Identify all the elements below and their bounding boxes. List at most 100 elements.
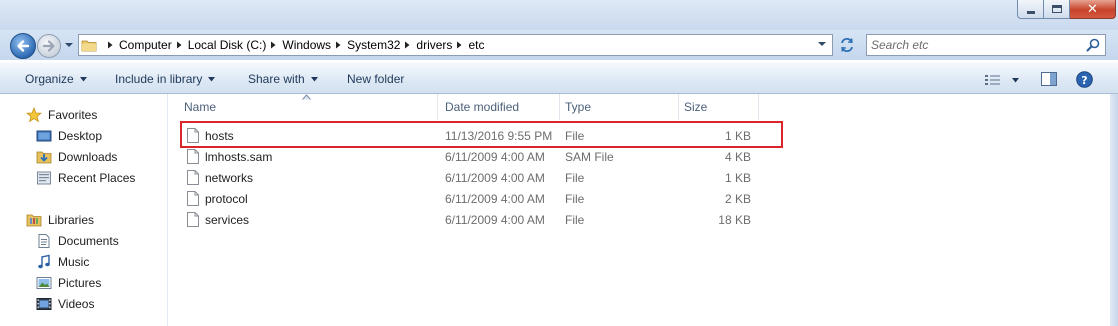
address-bar[interactable]: Computer Local Disk (C:) Windows System3… [78, 34, 833, 56]
file-size: 1 KB [724, 170, 751, 185]
file-name: services [205, 212, 250, 227]
column-header-size[interactable]: Size [679, 94, 759, 120]
breadcrumb-etc[interactable]: etc [468, 38, 484, 52]
file-name-cell: protocol [187, 188, 248, 209]
nav-libraries-label: Libraries [48, 213, 95, 227]
file-size: 4 KB [724, 149, 751, 164]
search-icon[interactable] [1086, 38, 1100, 52]
new-folder-button[interactable]: New folder [347, 72, 404, 86]
minimize-button[interactable] [1017, 0, 1044, 19]
desktop-icon [36, 130, 52, 142]
search-box [866, 34, 1106, 56]
maximize-button[interactable] [1044, 0, 1070, 19]
table-row[interactable]: services 6/11/2009 4:00 AM File 18 KB [168, 209, 1118, 230]
breadcrumb: Computer Local Disk (C:) Windows System3… [81, 35, 484, 55]
file-icon [187, 191, 199, 206]
column-header-label: Date modified [445, 100, 520, 114]
chevron-right-icon[interactable] [454, 40, 464, 50]
table-row[interactable]: lmhosts.sam 6/11/2009 4:00 AM SAM File 4… [168, 146, 1118, 167]
file-name-cell: services [187, 209, 249, 230]
chevron-right-icon[interactable] [402, 40, 412, 50]
pictures-icon [36, 277, 52, 289]
nav-item-label: Videos [58, 297, 95, 311]
file-date: 11/13/2016 9:55 PM [445, 128, 553, 143]
view-list-icon [985, 75, 1000, 85]
nav-favorites-label: Favorites [48, 108, 98, 122]
file-type: File [565, 128, 585, 143]
include-in-library-label: Include in library [115, 72, 203, 86]
nav-item-videos[interactable]: Videos [36, 295, 94, 313]
file-icon [187, 212, 199, 227]
new-folder-label: New folder [347, 72, 405, 86]
window-controls: ✕ [1017, 0, 1116, 20]
refresh-icon [841, 38, 853, 52]
file-size: 1 KB [724, 128, 751, 143]
title-bar: ✕ [0, 0, 1118, 30]
documents-icon [38, 234, 50, 248]
file-date: 6/11/2009 4:00 AM [445, 149, 545, 164]
file-size: 18 KB [718, 212, 751, 227]
forward-button[interactable] [37, 34, 61, 58]
chevron-right-icon[interactable] [105, 40, 115, 50]
nav-libraries[interactable]: Libraries [26, 211, 94, 229]
column-header-date-modified[interactable]: Date modified [439, 94, 560, 120]
nav-item-music[interactable]: Music [36, 253, 89, 271]
search-input[interactable] [871, 37, 1081, 53]
column-header-type[interactable]: Type [560, 94, 679, 120]
recent-pages-dropdown-icon[interactable] [64, 41, 74, 49]
nav-item-pictures[interactable]: Pictures [36, 274, 101, 292]
breadcrumb-drivers[interactable]: drivers [416, 38, 452, 52]
organize-button[interactable]: Organize [25, 72, 87, 86]
file-date: 6/11/2009 4:00 AM [445, 191, 545, 206]
help-icon[interactable]: ? [1076, 71, 1093, 88]
file-date: 6/11/2009 4:00 AM [445, 212, 545, 227]
svg-text:?: ? [1081, 74, 1087, 87]
recent-places-icon [37, 171, 51, 185]
folder-icon [81, 40, 97, 51]
share-with-button[interactable]: Share with [248, 72, 318, 86]
chevron-right-icon[interactable] [333, 40, 343, 50]
back-button[interactable] [10, 33, 36, 59]
minimize-icon [1026, 10, 1035, 14]
change-view-button[interactable] [984, 71, 1024, 89]
column-header-label: Name [184, 100, 217, 114]
chevron-right-icon[interactable] [174, 40, 184, 50]
include-in-library-button[interactable]: Include in library [115, 72, 216, 86]
nav-favorites[interactable]: Favorites [26, 106, 97, 124]
table-row[interactable]: hosts 11/13/2016 9:55 PM File 1 KB [168, 125, 1118, 146]
chevron-down-icon [1012, 77, 1019, 82]
file-name: networks [205, 170, 254, 185]
column-header-label: Size [684, 100, 708, 114]
chevron-down-icon [310, 76, 318, 81]
column-header-label: Type [565, 100, 592, 114]
breadcrumb-computer[interactable]: Computer [119, 38, 172, 52]
nav-item-documents[interactable]: Documents [36, 232, 119, 250]
nav-item-desktop[interactable]: Desktop [36, 127, 102, 145]
command-bar: Organize Include in library Share with N… [0, 62, 1118, 94]
file-type: File [565, 170, 585, 185]
address-history-dropdown-icon[interactable] [817, 40, 827, 48]
preview-pane-icon[interactable] [1041, 72, 1057, 86]
downloads-icon [36, 151, 52, 164]
file-icon [187, 170, 199, 185]
file-icon [187, 149, 199, 164]
refresh-button[interactable] [836, 35, 858, 55]
file-name-cell: hosts [187, 125, 234, 146]
sort-ascending-icon [302, 94, 311, 100]
table-row[interactable]: networks 6/11/2009 4:00 AM File 1 KB [168, 167, 1118, 188]
nav-item-label: Desktop [58, 129, 103, 143]
file-name: lmhosts.sam [205, 149, 273, 164]
breadcrumb-windows[interactable]: Windows [282, 38, 331, 52]
file-size: 2 KB [724, 191, 751, 206]
nav-item-downloads[interactable]: Downloads [36, 148, 117, 166]
organize-label: Organize [25, 72, 74, 86]
table-row[interactable]: protocol 6/11/2009 4:00 AM File 2 KB [168, 188, 1118, 209]
nav-item-label: Recent Places [58, 171, 136, 185]
breadcrumb-local-disk[interactable]: Local Disk (C:) [188, 38, 267, 52]
nav-item-recent-places[interactable]: Recent Places [36, 169, 135, 187]
chevron-right-icon[interactable] [268, 40, 278, 50]
close-button[interactable]: ✕ [1070, 0, 1116, 19]
breadcrumb-system32[interactable]: System32 [347, 38, 400, 52]
nav-item-label: Pictures [58, 276, 102, 290]
videos-icon [36, 298, 52, 310]
